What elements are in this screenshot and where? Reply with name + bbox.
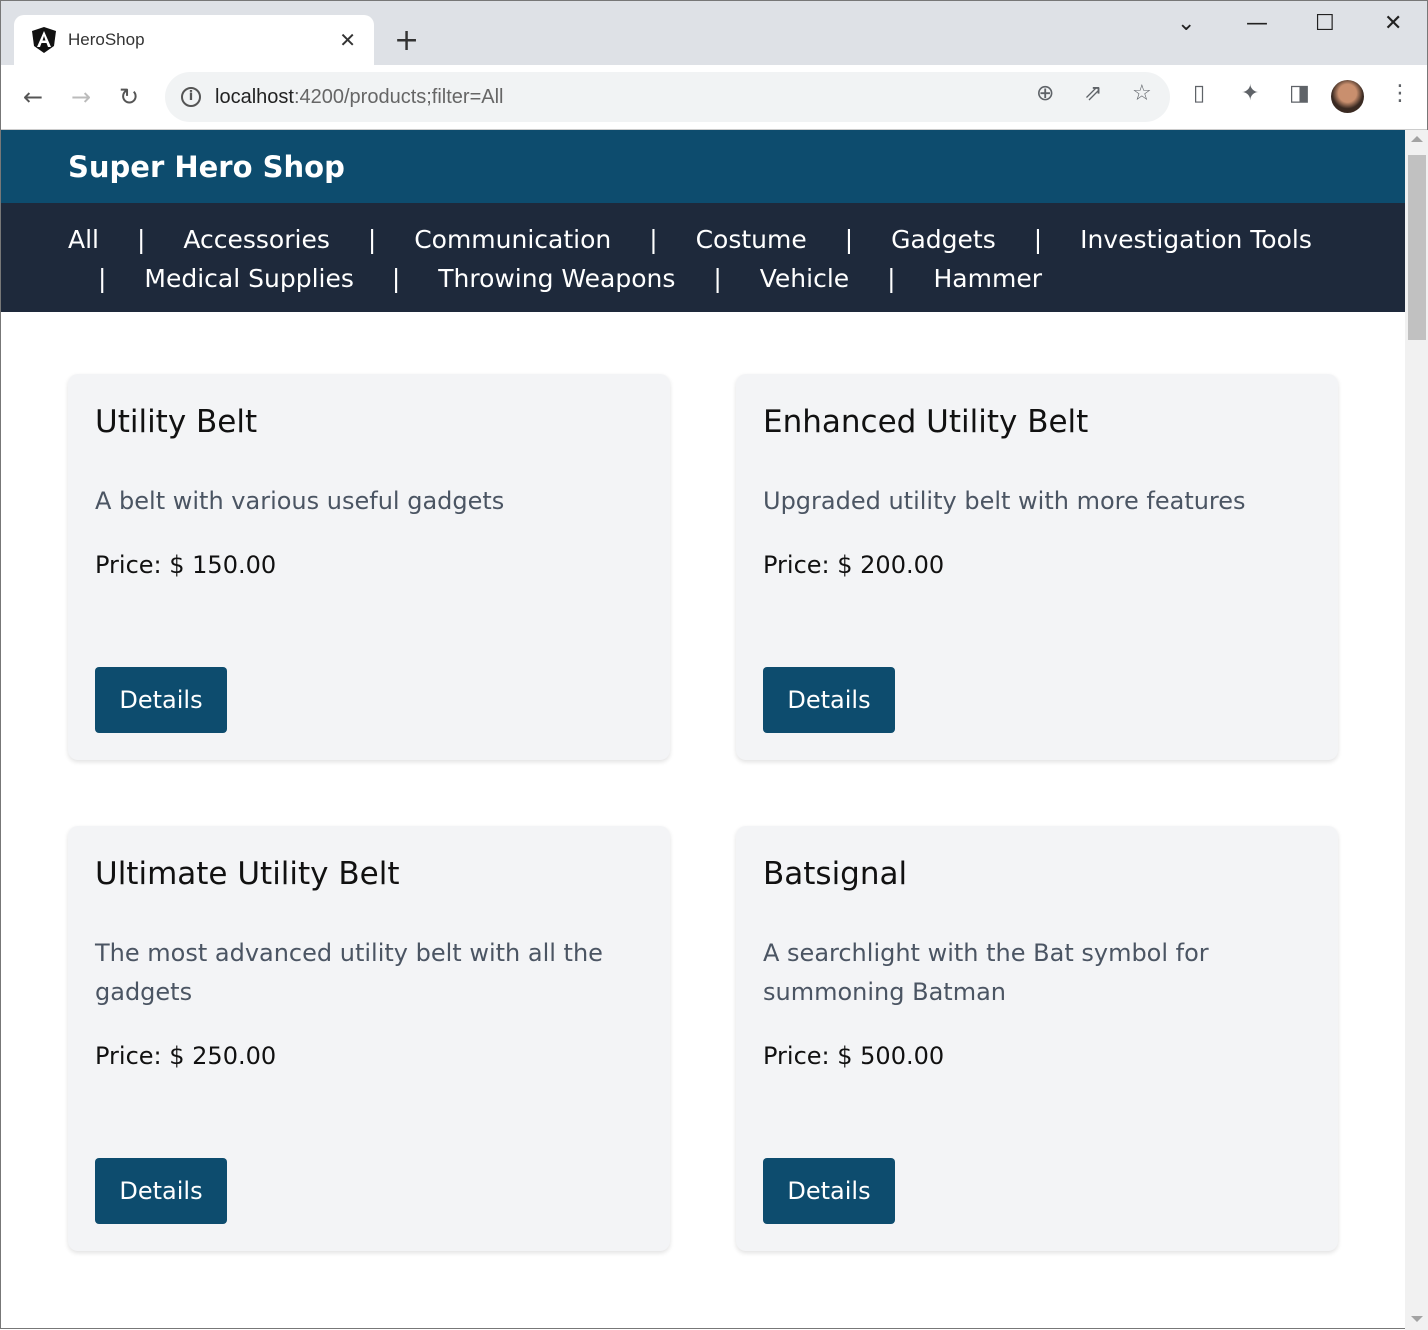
product-price: Price: $ 200.00 — [763, 551, 945, 579]
product-description: A searchlight with the Bat symbol for su… — [763, 939, 1209, 1006]
product-card: Utility Belt A belt with various useful g… — [68, 374, 670, 760]
product-name: Ultimate Utility Belt — [95, 856, 400, 892]
browser-toolbar: ← → ↻ i localhost:4200/products;filter=A… — [1, 65, 1427, 130]
tab-search-icon[interactable]: ⌄ — [1177, 11, 1195, 36]
close-window-icon[interactable]: ✕ — [1384, 11, 1402, 36]
menu-icon[interactable]: ⋮ — [1389, 81, 1411, 106]
details-button[interactable]: Details — [95, 667, 227, 733]
page-icon[interactable]: ▯ — [1193, 81, 1205, 106]
nav-separator: | — [367, 225, 377, 254]
product-description: A belt with various useful gadgets — [95, 487, 505, 515]
browser-tab[interactable]: HeroShop ✕ — [14, 15, 374, 65]
scroll-thumb[interactable] — [1408, 155, 1426, 340]
nav-item-gadgets[interactable]: Gadgets — [891, 225, 996, 254]
nav-separator: | — [649, 225, 658, 254]
product-card: Ultimate Utility Belt The most advanced u… — [68, 826, 670, 1251]
scroll-down-icon[interactable] — [1411, 1316, 1423, 1322]
angular-icon — [32, 27, 56, 53]
url-path: :4200/products;filter=All — [293, 85, 504, 108]
reload-icon[interactable]: ↻ — [119, 83, 139, 111]
new-tab-icon[interactable]: + — [394, 23, 419, 58]
product-card: Enhanced Utility Belt Upgraded utility be… — [736, 374, 1338, 760]
nav-separator: | — [1033, 225, 1043, 254]
product-price: Price: $ 250.00 — [95, 1042, 277, 1070]
nav-item-throwing-weapons[interactable]: Throwing Weapons — [438, 264, 675, 293]
url-host: localhost — [215, 85, 294, 108]
nav-separator: | — [713, 264, 722, 293]
nav-item-accessories[interactable]: Accessories — [183, 225, 330, 254]
product-grid: Utility Belt A belt with various useful g… — [68, 374, 1338, 1251]
product-name: Utility Belt — [95, 404, 258, 440]
nav-separator: | — [887, 264, 896, 293]
product-card: Batsignal A searchlight with the Bat symb… — [736, 826, 1338, 1251]
nav-item-medical-supplies[interactable]: Medical Supplies — [144, 264, 353, 293]
minimize-icon[interactable]: — — [1246, 11, 1268, 36]
page: Super Hero Shop All | Accessories | Comm… — [1, 130, 1405, 1330]
category-nav: All | Accessories | Communication | Cost… — [1, 203, 1405, 312]
address-bar[interactable]: i localhost:4200/products;filter=All — [165, 72, 1170, 122]
nav-item-costume[interactable]: Costume — [696, 225, 807, 254]
nav-separator: | — [391, 264, 401, 293]
share-icon[interactable]: ⇗ — [1084, 81, 1102, 106]
site-title: Super Hero Shop — [1, 130, 1405, 203]
nav-item-all[interactable]: All — [68, 225, 99, 254]
nav-item-vehicle[interactable]: Vehicle — [760, 264, 849, 293]
maximize-icon[interactable]: ☐ — [1315, 11, 1335, 36]
nav-item-hammer[interactable]: Hammer — [934, 264, 1042, 293]
product-name: Enhanced Utility Belt — [763, 404, 1089, 440]
product-price: Price: $ 500.00 — [763, 1042, 945, 1070]
product-price: Price: $ 150.00 — [95, 551, 277, 579]
details-button[interactable]: Details — [763, 1158, 895, 1224]
forward-icon[interactable]: → — [71, 83, 91, 111]
tab-bar: HeroShop ✕ + ⌄ — ☐ ✕ — [1, 1, 1427, 65]
nav-separator: | — [136, 225, 146, 254]
scroll-up-icon[interactable] — [1411, 136, 1423, 142]
tab-title: HeroShop — [68, 30, 145, 49]
nav-separator: | — [98, 264, 107, 293]
details-button[interactable]: Details — [95, 1158, 227, 1224]
side-panel-icon[interactable]: ◨ — [1289, 81, 1310, 106]
scrollbar[interactable] — [1405, 130, 1428, 1330]
zoom-icon[interactable]: ⊕ — [1036, 81, 1054, 106]
nav-item-investigation-tools[interactable]: Investigation Tools — [1080, 225, 1312, 254]
product-description: Upgraded utility belt with more features — [763, 487, 1246, 515]
product-name: Batsignal — [763, 856, 908, 892]
extensions-icon[interactable]: ✦ — [1241, 81, 1259, 106]
nav-separator: | — [844, 225, 854, 254]
details-button[interactable]: Details — [763, 667, 895, 733]
back-icon[interactable]: ← — [23, 83, 43, 111]
close-tab-icon[interactable]: ✕ — [339, 28, 356, 52]
star-icon[interactable]: ☆ — [1132, 81, 1152, 106]
avatar[interactable] — [1331, 80, 1364, 113]
product-description: The most advanced utility belt with all … — [95, 939, 603, 1006]
info-icon[interactable]: i — [181, 87, 201, 107]
nav-item-communication[interactable]: Communication — [414, 225, 611, 254]
